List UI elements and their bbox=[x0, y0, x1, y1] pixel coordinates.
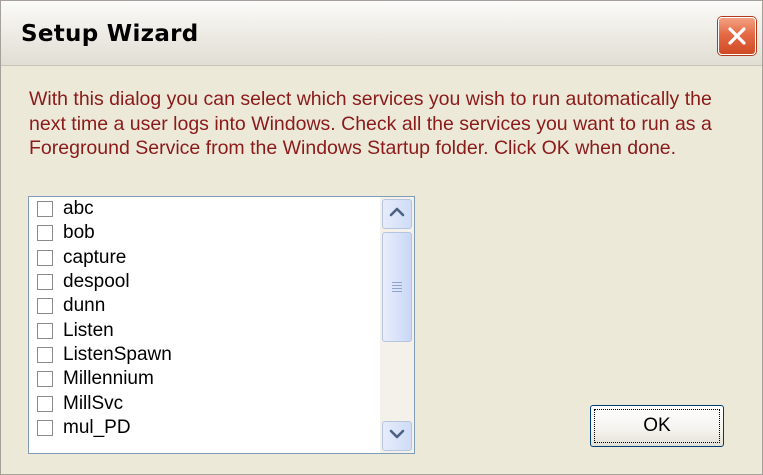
service-label: despool bbox=[63, 271, 130, 293]
close-icon bbox=[726, 25, 748, 47]
list-item-millsvc[interactable]: MillSvc bbox=[29, 391, 379, 415]
chevron-down-icon bbox=[389, 427, 405, 445]
list-item-mul-pd[interactable]: mul_PD bbox=[29, 416, 379, 440]
service-checkbox[interactable] bbox=[37, 274, 53, 291]
list-item-bob[interactable]: bob bbox=[29, 221, 379, 245]
list-item-abc[interactable]: abc bbox=[29, 197, 379, 221]
service-checkbox[interactable] bbox=[37, 395, 53, 412]
scroll-thumb[interactable] bbox=[382, 232, 412, 342]
scroll-down-button[interactable] bbox=[382, 421, 412, 451]
list-item-listenspawn[interactable]: ListenSpawn bbox=[29, 343, 379, 367]
service-label: bob bbox=[63, 222, 95, 244]
list-item-millennium[interactable]: Millennium bbox=[29, 367, 379, 391]
scroll-up-button[interactable] bbox=[382, 199, 412, 229]
service-checkbox[interactable] bbox=[37, 298, 53, 315]
service-label: dunn bbox=[63, 295, 106, 317]
service-label: capture bbox=[63, 246, 127, 268]
service-checkbox[interactable] bbox=[37, 419, 53, 436]
services-list: abc bob capture despool dunn Listen List… bbox=[29, 197, 379, 453]
services-listbox[interactable]: abc bob capture despool dunn Listen List… bbox=[28, 196, 415, 454]
ok-button-label: OK bbox=[594, 409, 720, 443]
ok-button[interactable]: OK bbox=[590, 405, 724, 447]
setup-wizard-dialog: Setup Wizard With this dialog you can se… bbox=[0, 0, 763, 475]
list-item-listen[interactable]: Listen bbox=[29, 318, 379, 342]
list-item-dunn[interactable]: dunn bbox=[29, 294, 379, 318]
service-checkbox[interactable] bbox=[37, 346, 53, 363]
service-label: ListenSpawn bbox=[63, 343, 172, 365]
window-title: Setup Wizard bbox=[21, 21, 199, 47]
close-button[interactable] bbox=[718, 17, 756, 55]
vertical-scrollbar[interactable] bbox=[380, 197, 414, 453]
title-bar[interactable]: Setup Wizard bbox=[1, 1, 762, 66]
service-label: mul_PD bbox=[63, 416, 131, 438]
service-label: abc bbox=[63, 198, 94, 220]
service-label: Listen bbox=[63, 319, 114, 341]
service-label: Millennium bbox=[63, 368, 154, 390]
chevron-up-icon bbox=[389, 205, 405, 223]
service-checkbox[interactable] bbox=[37, 371, 53, 388]
service-checkbox[interactable] bbox=[37, 201, 53, 218]
list-item-despool[interactable]: despool bbox=[29, 270, 379, 294]
service-checkbox[interactable] bbox=[37, 249, 53, 266]
service-label: MillSvc bbox=[63, 392, 124, 414]
service-checkbox[interactable] bbox=[37, 322, 53, 339]
grip-icon bbox=[392, 280, 402, 294]
service-checkbox[interactable] bbox=[37, 225, 53, 242]
instructions-text: With this dialog you can select which se… bbox=[29, 88, 712, 159]
list-item-capture[interactable]: capture bbox=[29, 246, 379, 270]
